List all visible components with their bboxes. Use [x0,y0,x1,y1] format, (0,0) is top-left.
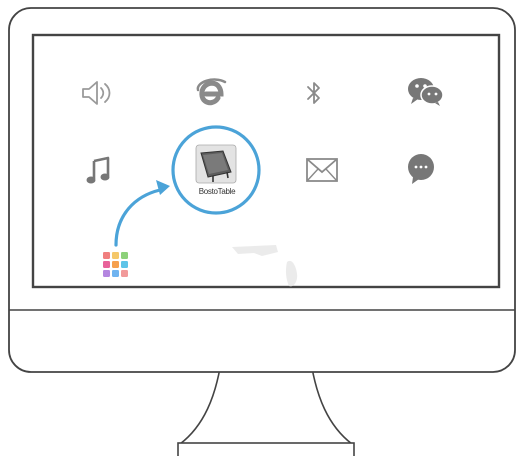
bostotable-app-label: BostoTable [198,187,236,196]
monitor-illustration: BostoTable [0,0,524,456]
bluetooth-icon[interactable] [305,79,323,107]
mail-icon[interactable] [305,157,339,183]
speaker-icon[interactable] [80,79,116,107]
chat-bubble-icon[interactable] [404,153,438,185]
app-grid-tile [121,252,128,259]
app-grid-tile [103,252,110,259]
internet-explorer-icon[interactable] [194,76,228,108]
wechat-icon[interactable] [406,76,446,108]
monitor-stand-base [177,442,355,456]
app-grid-tile [112,270,119,277]
app-grid-tile [121,270,128,277]
app-grid-tile [121,261,128,268]
monitor-frame [8,7,516,456]
app-grid-icon[interactable] [101,251,131,279]
app-grid-tile [112,252,119,259]
music-note-icon[interactable] [86,155,112,185]
app-grid-tile [103,270,110,277]
app-grid-tile [112,261,119,268]
monitor-stand [177,367,355,445]
app-grid-tile [103,261,110,268]
bostotable-app-icon[interactable] [191,143,241,187]
